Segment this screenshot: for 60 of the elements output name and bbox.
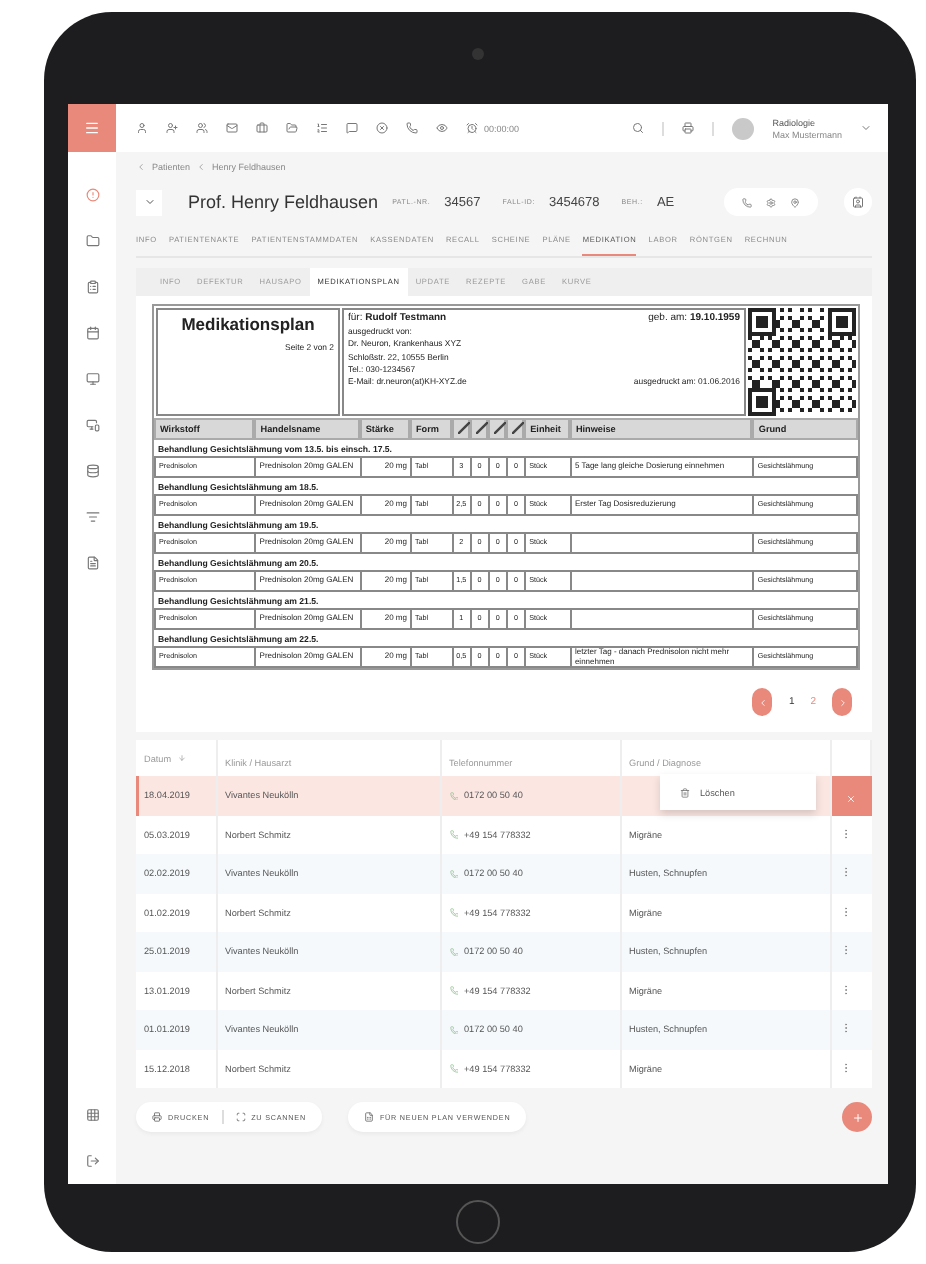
search-icon[interactable] — [632, 122, 645, 134]
contact-card-icon — [852, 196, 864, 208]
phone-icon — [449, 1025, 458, 1034]
chevron-left-icon — [757, 697, 768, 707]
chevron-left-icon — [136, 161, 146, 171]
message-icon[interactable] — [346, 122, 358, 134]
phone-icon — [449, 1064, 458, 1073]
phone-icon — [449, 791, 458, 800]
settings-icon[interactable] — [766, 197, 776, 207]
patient-name: Prof. Henry Feldhausen — [188, 192, 379, 212]
people-icon[interactable] — [196, 122, 208, 134]
alert-circle-icon[interactable] — [85, 188, 99, 202]
home-button[interactable] — [456, 1200, 500, 1244]
scan-icon — [235, 1112, 246, 1122]
chevron-right-icon — [837, 697, 847, 707]
monitor-icon[interactable] — [85, 372, 99, 386]
phone-icon — [449, 830, 458, 839]
chevron-left-icon — [196, 161, 207, 171]
document-icon[interactable] — [85, 556, 99, 570]
database-icon[interactable] — [85, 464, 99, 478]
calendar-icon[interactable] — [85, 326, 99, 340]
printer-icon — [152, 1112, 162, 1122]
circle-x-icon[interactable] — [376, 122, 388, 134]
avatar[interactable] — [732, 117, 755, 139]
add-button[interactable] — [842, 1102, 872, 1132]
phone-icon — [449, 986, 458, 995]
plus-icon — [851, 1111, 863, 1123]
chevron-down-icon[interactable] — [860, 122, 872, 134]
mail-icon[interactable] — [226, 122, 238, 134]
add-person-icon[interactable] — [166, 122, 178, 134]
phone-icon — [449, 908, 458, 917]
phone-icon[interactable] — [406, 122, 418, 134]
chevron-down-icon — [143, 196, 155, 208]
folder-icon[interactable] — [85, 234, 99, 248]
folder-icon[interactable] — [286, 122, 298, 134]
menu-button[interactable] — [68, 104, 116, 152]
filter-list-icon[interactable] — [85, 510, 99, 524]
grid-icon[interactable] — [85, 1108, 99, 1122]
trash-icon[interactable] — [680, 787, 690, 797]
contact-button[interactable] — [844, 188, 872, 216]
document-icon — [363, 1112, 374, 1122]
person-icon[interactable] — [136, 122, 148, 134]
clipboard-icon[interactable] — [85, 280, 99, 294]
next-page-button[interactable] — [832, 688, 852, 716]
phone-icon — [449, 947, 458, 956]
eye-icon[interactable] — [436, 122, 448, 134]
plan-title: Medikationsplan — [179, 314, 317, 334]
briefcase-icon[interactable] — [256, 122, 268, 134]
close-button[interactable] — [831, 776, 871, 815]
qr-code-drawing — [748, 308, 856, 416]
previous-page-button[interactable] — [752, 688, 773, 716]
pin-icon[interactable] — [790, 197, 800, 207]
phone-icon[interactable] — [742, 197, 752, 207]
devices-icon[interactable] — [85, 418, 99, 432]
phone-icon — [449, 869, 458, 878]
alarm-clock-icon[interactable] — [466, 122, 478, 134]
list-icon[interactable] — [316, 122, 328, 134]
logout-icon[interactable] — [85, 1154, 99, 1168]
menu-icon — [84, 120, 100, 136]
printer-icon[interactable] — [682, 122, 695, 134]
